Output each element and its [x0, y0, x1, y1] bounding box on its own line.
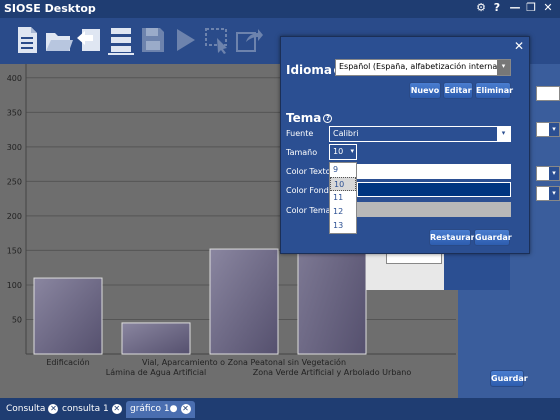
color-texto-swatch[interactable] — [357, 164, 511, 179]
right-guardar-button[interactable]: Guardar — [490, 370, 528, 387]
y-tick-label: 50 — [12, 315, 22, 324]
size-option[interactable]: 13 — [330, 219, 356, 233]
chevron-down-icon: ▾ — [350, 147, 354, 155]
x-tick-label: Lámina de Agua Artificial — [106, 368, 206, 377]
y-tick-label: 350 — [7, 108, 22, 117]
size-option[interactable]: 9 — [330, 163, 356, 177]
tab-label: consulta 1 — [62, 404, 109, 414]
title-bar: SIOSE Desktop ⚙ ? — ❐ ✕ — [0, 0, 560, 18]
idioma-title: Idioma — [286, 63, 333, 77]
tab-consulta-1[interactable]: consulta 1 ✕ — [58, 401, 126, 418]
y-tick-label: 300 — [7, 143, 22, 152]
help-icon[interactable]: ? — [323, 114, 333, 123]
restaurar-button[interactable]: Restaurar — [429, 229, 475, 246]
size-option-selected[interactable]: 10 — [330, 177, 356, 191]
bar — [209, 248, 279, 355]
color-texto-label: Color Texto — [286, 167, 331, 176]
idioma-value: Español (España, alfabetización internac… — [339, 62, 511, 71]
tamano-value: 10 — [333, 147, 344, 156]
restore-icon[interactable]: ❐ — [524, 1, 538, 15]
y-tick-label: 200 — [7, 212, 22, 221]
help-icon[interactable]: ? — [490, 1, 504, 15]
gear-icon[interactable]: ⚙ — [474, 1, 488, 15]
theme-preview — [366, 254, 510, 290]
idioma-select[interactable]: Español (España, alfabetización internac… — [335, 59, 511, 76]
chevron-down-icon: ▾ — [549, 187, 559, 200]
tab-grafico-1[interactable]: gráfico 1● ✕ — [126, 401, 195, 418]
settings-dialog: ✕ Idioma? Español (España, alfabetizació… — [280, 36, 530, 254]
tab-label: Consulta — [6, 404, 46, 414]
fuente-label: Fuente — [286, 129, 314, 138]
window-title: SIOSE Desktop — [4, 2, 96, 15]
size-option[interactable]: 12 — [330, 205, 356, 219]
fuente-select[interactable]: Calibri ▾ — [329, 126, 511, 142]
tab-consulta[interactable]: Consulta ✕ — [2, 401, 62, 418]
x-tick-label: Vial, Aparcamiento o Zona Peatonal sin V… — [142, 357, 346, 367]
tamano-select[interactable]: 10 ▾ — [329, 144, 357, 160]
color-fondo-swatch[interactable] — [357, 182, 511, 197]
fuente-value: Calibri — [333, 129, 359, 138]
chevron-down-icon: ▾ — [549, 167, 559, 180]
close-icon[interactable]: ✕ — [48, 404, 59, 414]
bar — [33, 277, 103, 355]
eliminar-button[interactable]: Eliminar — [475, 82, 513, 99]
preview-box — [386, 254, 442, 264]
nuevo-button[interactable]: Nuevo — [409, 82, 441, 99]
minimize-icon[interactable]: — — [508, 1, 522, 15]
document-icon[interactable] — [12, 24, 42, 56]
right-input-1[interactable] — [536, 86, 560, 101]
y-tick-label: 100 — [7, 281, 22, 290]
y-tick-label: 150 — [7, 246, 22, 255]
chevron-down-icon: ▾ — [549, 123, 559, 136]
export-icon[interactable] — [234, 24, 264, 56]
close-icon[interactable]: ✕ — [180, 404, 191, 414]
tema-heading: Tema? — [286, 111, 333, 125]
guardar-button[interactable]: Guardar — [474, 229, 512, 246]
close-icon[interactable]: ✕ — [111, 404, 122, 414]
tema-title: Tema — [286, 111, 322, 125]
tamano-label: Tamaño — [286, 148, 318, 157]
tab-label: gráfico 1● — [130, 404, 178, 414]
chevron-down-icon: ▾ — [497, 60, 510, 75]
size-option[interactable]: 11 — [330, 191, 356, 205]
close-icon[interactable]: ✕ — [514, 39, 524, 53]
right-select-2[interactable]: ▾ — [536, 166, 560, 181]
tamano-dropdown: 9 10 11 12 13 — [329, 162, 357, 234]
y-tick-label: 250 — [7, 177, 22, 186]
bar — [121, 322, 191, 355]
color-tema-label: Color Tema — [286, 206, 331, 215]
server-icon[interactable] — [106, 24, 136, 56]
color-fondo-label: Color Fondo — [286, 186, 334, 195]
editar-button[interactable]: Editar — [443, 82, 473, 99]
chevron-down-icon: ▾ — [497, 127, 510, 141]
folder-open-icon[interactable] — [44, 24, 74, 56]
right-select-1[interactable]: ▾ — [536, 122, 560, 137]
select-region-icon[interactable] — [202, 24, 232, 56]
right-select-3[interactable]: ▾ — [536, 186, 560, 201]
x-tick-label: Edificación — [46, 357, 89, 367]
preview-accent — [444, 254, 510, 290]
color-tema-swatch[interactable] — [357, 202, 511, 217]
save-icon[interactable] — [138, 24, 168, 56]
tab-bar: Consulta ✕ consulta 1 ✕ gráfico 1● ✕ — [0, 398, 560, 420]
x-tick-label: Zona Verde Artificial y Arbolado Urbano — [253, 368, 412, 377]
run-icon[interactable] — [170, 24, 200, 56]
y-tick-label: 400 — [7, 74, 22, 83]
close-icon[interactable]: ✕ — [541, 1, 555, 15]
import-icon[interactable] — [74, 24, 104, 56]
